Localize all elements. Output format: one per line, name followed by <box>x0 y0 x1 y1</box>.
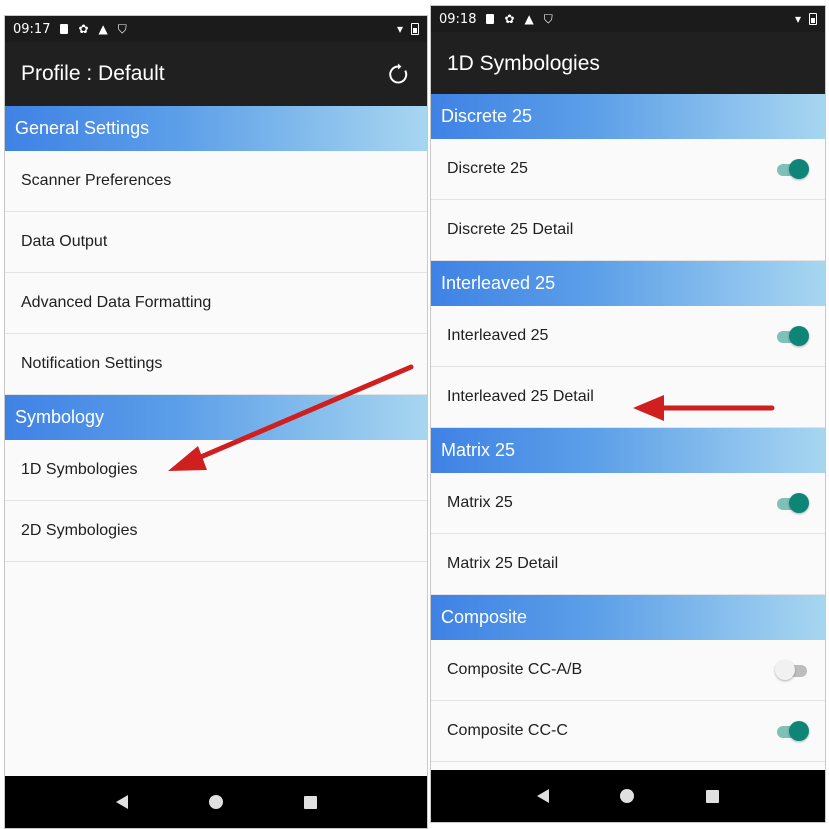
section-header-matrix-25: Matrix 25 <box>431 428 825 473</box>
refresh-icon[interactable] <box>385 61 411 87</box>
wifi-icon: ▾ <box>396 22 403 36</box>
phone-screen-right: 09:18 ✿ ▲ ⛉ ▾ 1D Symbologies Discrete 25… <box>431 6 825 822</box>
navigation-bar <box>5 776 427 828</box>
status-bar: 09:18 ✿ ▲ ⛉ ▾ <box>431 6 825 32</box>
list-item-label: Composite CC-A/B <box>447 661 583 678</box>
battery-icon <box>809 13 817 25</box>
section-header-general-settings: General Settings <box>5 106 427 151</box>
page-title: 1D Symbologies <box>447 52 600 75</box>
recents-icon[interactable] <box>706 789 720 803</box>
list-item-label: Matrix 25 Detail <box>447 555 559 572</box>
section-header-symbology: Symbology <box>5 395 427 440</box>
list-item-label: 1D Symbologies <box>21 461 138 478</box>
wifi-icon: ▾ <box>794 12 801 26</box>
list-item-composite-cc-c[interactable]: Composite CC-C <box>431 701 825 762</box>
list-item-label: Interleaved 25 <box>447 327 549 344</box>
status-time: 09:17 <box>13 21 51 37</box>
navigation-bar <box>431 770 825 822</box>
toggle-discrete-25[interactable] <box>775 158 809 180</box>
list-item-scanner-preferences[interactable]: Scanner Preferences <box>5 151 427 212</box>
status-bar: 09:17 ✿ ▲ ⛉ ▾ <box>5 16 427 42</box>
list-item-composite-cc-ab[interactable]: Composite CC-A/B <box>431 640 825 701</box>
status-time: 09:18 <box>439 11 477 27</box>
sim-icon <box>60 24 69 34</box>
settings-icon: ✿ <box>504 12 515 26</box>
home-icon[interactable] <box>620 789 635 803</box>
list-item-label: Scanner Preferences <box>21 172 172 189</box>
back-icon[interactable] <box>115 795 128 809</box>
section-header-discrete-25: Discrete 25 <box>431 94 825 139</box>
list-item-advanced-data-formatting[interactable]: Advanced Data Formatting <box>5 273 427 334</box>
toggle-composite-cc-ab[interactable] <box>775 659 809 681</box>
list-item-label: Interleaved 25 Detail <box>447 388 594 405</box>
app-bar: Profile : Default <box>5 42 427 106</box>
toggle-composite-cc-c[interactable] <box>775 720 809 742</box>
list-item-discrete-25-detail[interactable]: Discrete 25 Detail <box>431 200 825 261</box>
list-item-data-output[interactable]: Data Output <box>5 212 427 273</box>
list-item-interleaved-25[interactable]: Interleaved 25 <box>431 306 825 367</box>
list-item-matrix-25-detail[interactable]: Matrix 25 Detail <box>431 534 825 595</box>
phone-screen-left: 09:17 ✿ ▲ ⛉ ▾ Profile : Default General … <box>5 16 427 828</box>
toggle-matrix-25[interactable] <box>775 492 809 514</box>
list-item-label: Composite CC-C <box>447 722 568 739</box>
list-item-discrete-25[interactable]: Discrete 25 <box>431 139 825 200</box>
section-header-composite: Composite <box>431 595 825 640</box>
warning-icon: ▲ <box>98 22 108 36</box>
settings-list: General Settings Scanner Preferences Dat… <box>5 106 427 776</box>
warning-icon: ▲ <box>524 12 534 26</box>
home-icon[interactable] <box>208 795 223 809</box>
toggle-interleaved-25[interactable] <box>775 325 809 347</box>
app-bar: 1D Symbologies <box>431 32 825 96</box>
list-item-matrix-25[interactable]: Matrix 25 <box>431 473 825 534</box>
shield-icon: ⛉ <box>543 11 553 26</box>
list-item-label: Matrix 25 <box>447 494 513 511</box>
list-item-label: Discrete 25 <box>447 160 528 177</box>
list-item-1d-symbologies[interactable]: 1D Symbologies <box>5 440 427 501</box>
list-item-interleaved-25-detail[interactable]: Interleaved 25 Detail <box>431 367 825 428</box>
section-header-interleaved-25: Interleaved 25 <box>431 261 825 306</box>
sim-icon <box>486 14 495 24</box>
back-icon[interactable] <box>536 789 549 803</box>
settings-icon: ✿ <box>78 22 89 36</box>
list-item-label: 2D Symbologies <box>21 522 138 539</box>
page-title: Profile : Default <box>21 62 165 85</box>
list-item-notification-settings[interactable]: Notification Settings <box>5 334 427 395</box>
list-item-label: Discrete 25 Detail <box>447 221 574 238</box>
list-item-label: Notification Settings <box>21 355 163 372</box>
list-item-label: Data Output <box>21 233 108 250</box>
symbology-list: Discrete 25 Discrete 25 Discrete 25 Deta… <box>431 94 825 770</box>
shield-icon: ⛉ <box>117 21 127 36</box>
recents-icon[interactable] <box>303 795 317 809</box>
list-item-2d-symbologies[interactable]: 2D Symbologies <box>5 501 427 562</box>
battery-icon <box>411 23 419 35</box>
list-item-label: Advanced Data Formatting <box>21 294 212 311</box>
